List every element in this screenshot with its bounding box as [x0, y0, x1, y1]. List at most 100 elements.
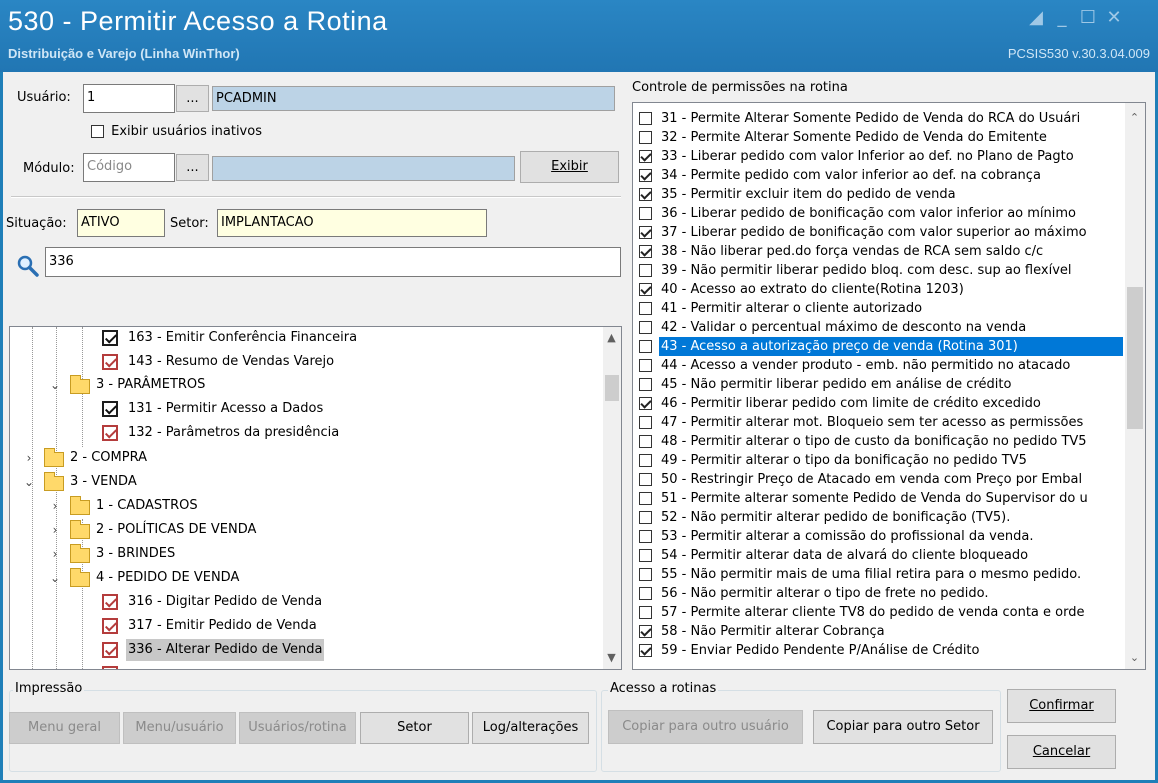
- permissions-list[interactable]: 31 - Permite Alterar Somente Pedido de V…: [632, 102, 1146, 670]
- tree-checkbox[interactable]: [102, 618, 118, 634]
- chevron-down-icon[interactable]: ⌄: [48, 374, 62, 396]
- scroll-thumb[interactable]: [1127, 287, 1143, 429]
- maximize-icon[interactable]: ☐: [1076, 8, 1100, 28]
- tree-checkbox[interactable]: [102, 642, 118, 658]
- exibir-button[interactable]: Exibir: [520, 151, 619, 183]
- permission-checkbox[interactable]: [639, 454, 652, 467]
- permission-item[interactable]: 33 - Liberar pedido com valor Inferior a…: [639, 147, 1123, 166]
- scroll-down-icon[interactable]: ▼: [603, 649, 620, 666]
- permission-item[interactable]: 57 - Permite alterar cliente TV8 do pedi…: [639, 603, 1123, 622]
- permission-item[interactable]: 55 - Não permitir mais de uma filial ret…: [639, 565, 1123, 584]
- permission-item[interactable]: 36 - Liberar pedido de bonificação com v…: [639, 204, 1123, 223]
- confirmar-button[interactable]: Confirmar: [1007, 689, 1116, 723]
- permissions-scrollbar[interactable]: ⌃ ⌄: [1125, 103, 1145, 669]
- permission-item[interactable]: 31 - Permite Alterar Somente Pedido de V…: [639, 109, 1123, 128]
- permission-item[interactable]: 51 - Permite alterar somente Pedido de V…: [639, 489, 1123, 508]
- permission-item[interactable]: 48 - Permitir alterar o tipo de custo da…: [639, 432, 1123, 451]
- permission-checkbox[interactable]: [639, 188, 652, 201]
- scroll-down-icon[interactable]: ⌄: [1126, 649, 1143, 666]
- scroll-thumb[interactable]: [605, 375, 619, 401]
- permission-checkbox[interactable]: [639, 131, 652, 144]
- log-alteracoes-button[interactable]: Log/alterações: [472, 712, 589, 744]
- routine-tree[interactable]: 163 - Emitir Conferência Financeira 143 …: [9, 326, 622, 670]
- permission-item[interactable]: 54 - Permitir alterar data de alvará do …: [639, 546, 1123, 565]
- permission-checkbox[interactable]: [639, 416, 652, 429]
- permission-item[interactable]: 39 - Não permitir liberar pedido bloq. c…: [639, 261, 1123, 280]
- permission-item[interactable]: 46 - Permitir liberar pedido com limite …: [639, 394, 1123, 413]
- permission-checkbox[interactable]: [639, 625, 652, 638]
- permission-checkbox[interactable]: [639, 207, 652, 220]
- tree-checkbox[interactable]: [102, 594, 118, 610]
- usuarios-rotina-button[interactable]: Usuários/rotina: [239, 712, 356, 744]
- chevron-down-icon[interactable]: ⌄: [22, 471, 36, 493]
- chevron-right-icon[interactable]: ›: [48, 543, 62, 565]
- permission-item[interactable]: 42 - Validar o percentual máximo de desc…: [639, 318, 1123, 337]
- permission-item[interactable]: 52 - Não permitir alterar pedido de boni…: [639, 508, 1123, 527]
- permission-checkbox[interactable]: [639, 530, 652, 543]
- permission-item[interactable]: 34 - Permite pedido com valor inferior a…: [639, 166, 1123, 185]
- permission-item[interactable]: 38 - Não liberar ped.do força vendas de …: [639, 242, 1123, 261]
- chevron-right-icon[interactable]: ›: [48, 519, 62, 541]
- permission-checkbox[interactable]: [639, 568, 652, 581]
- permission-checkbox[interactable]: [639, 302, 652, 315]
- tree-checkbox[interactable]: [102, 425, 118, 441]
- minimize-icon[interactable]: _: [1050, 8, 1074, 28]
- permission-item[interactable]: 32 - Permite Alterar Somente Pedido de V…: [639, 128, 1123, 147]
- search-input[interactable]: 336: [45, 247, 621, 277]
- tree-checkbox[interactable]: [102, 330, 118, 346]
- menu-usuario-button[interactable]: Menu/usuário: [123, 712, 236, 744]
- permission-item[interactable]: 45 - Não permitir liberar pedido em anál…: [639, 375, 1123, 394]
- permission-checkbox[interactable]: [639, 549, 652, 562]
- permission-checkbox[interactable]: [639, 378, 652, 391]
- permission-checkbox[interactable]: [639, 644, 652, 657]
- permission-checkbox[interactable]: [639, 150, 652, 163]
- permission-item[interactable]: 56 - Não permitir alterar o tipo de fret…: [639, 584, 1123, 603]
- usuario-code-input[interactable]: 1: [83, 84, 175, 113]
- chevron-down-icon[interactable]: ⌄: [48, 567, 62, 589]
- scroll-up-icon[interactable]: ▲: [603, 329, 620, 346]
- chevron-right-icon[interactable]: ›: [22, 447, 36, 469]
- permission-checkbox[interactable]: [639, 435, 652, 448]
- permission-checkbox[interactable]: [639, 226, 652, 239]
- permission-item[interactable]: 44 - Acesso a vender produto - emb. não …: [639, 356, 1123, 375]
- chevron-right-icon[interactable]: ›: [48, 495, 62, 517]
- permission-item[interactable]: 35 - Permitir excluir item do pedido de …: [639, 185, 1123, 204]
- close-icon[interactable]: ✕: [1102, 8, 1126, 28]
- permission-item-selected[interactable]: 43 - Acesso a autorização preço de venda…: [639, 337, 1123, 356]
- permission-item[interactable]: 37 - Liberar pedido de bonificação com v…: [639, 223, 1123, 242]
- permission-item[interactable]: 59 - Enviar Pedido Pendente P/Análise de…: [639, 641, 1123, 660]
- permission-checkbox[interactable]: [639, 473, 652, 486]
- tree-checkbox[interactable]: [102, 401, 118, 417]
- tree-scrollbar[interactable]: ▲ ▼: [603, 327, 621, 669]
- usuario-lookup-button[interactable]: ...: [176, 85, 209, 112]
- copiar-usuario-button[interactable]: Copiar para outro usuário: [608, 710, 803, 744]
- permission-checkbox[interactable]: [639, 606, 652, 619]
- permission-checkbox[interactable]: [639, 511, 652, 524]
- permission-checkbox[interactable]: [639, 340, 652, 353]
- permission-checkbox[interactable]: [639, 245, 652, 258]
- permission-checkbox[interactable]: [639, 321, 652, 334]
- permission-checkbox[interactable]: [639, 169, 652, 182]
- inativos-checkbox-box[interactable]: [91, 125, 104, 138]
- permission-checkbox[interactable]: [639, 112, 652, 125]
- permission-item[interactable]: 50 - Restringir Preço de Atacado em vend…: [639, 470, 1123, 489]
- scroll-up-icon[interactable]: ⌃: [1126, 109, 1143, 126]
- permission-checkbox[interactable]: [639, 397, 652, 410]
- permission-item[interactable]: 41 - Permitir alterar o cliente autoriza…: [639, 299, 1123, 318]
- tree-checkbox[interactable]: [102, 666, 118, 669]
- cancelar-button[interactable]: Cancelar: [1007, 735, 1116, 769]
- inativos-checkbox[interactable]: Exibir usuários inativos: [91, 124, 262, 142]
- permission-item[interactable]: 58 - Não Permitir alterar Cobrança: [639, 622, 1123, 641]
- permission-item[interactable]: 40 - Acesso ao extrato do cliente(Rotina…: [639, 280, 1123, 299]
- permission-item[interactable]: 53 - Permitir alterar a comissão do prof…: [639, 527, 1123, 546]
- permission-checkbox[interactable]: [639, 283, 652, 296]
- permission-checkbox[interactable]: [639, 492, 652, 505]
- modulo-code-input[interactable]: Código: [83, 153, 175, 182]
- tree-checkbox[interactable]: [102, 354, 118, 370]
- copiar-setor-button[interactable]: Copiar para outro Setor: [813, 710, 993, 744]
- modulo-lookup-button[interactable]: ...: [176, 154, 209, 181]
- setor-button[interactable]: Setor: [360, 712, 469, 744]
- permission-checkbox[interactable]: [639, 587, 652, 600]
- menu-geral-button[interactable]: Menu geral: [9, 712, 120, 744]
- permission-checkbox[interactable]: [639, 264, 652, 277]
